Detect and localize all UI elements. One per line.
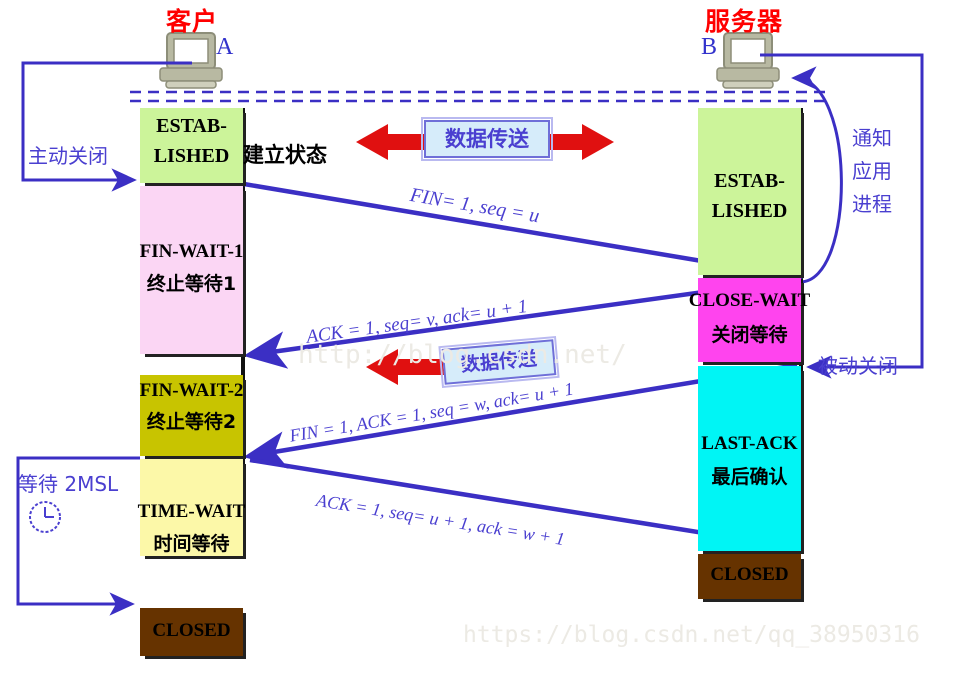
server-state-last-ack: LAST-ACK 最后确认 <box>698 366 801 551</box>
client-computer-icon <box>159 32 223 89</box>
state-label-cn: 终止等待1 <box>146 273 237 295</box>
state-label-en: TIME-WAIT <box>137 501 246 522</box>
data-transfer-arrow-right <box>546 124 614 160</box>
client-state-closed: CLOSED <box>140 608 243 656</box>
server-state-close-wait: CLOSE-WAIT 关闭等待 <box>689 278 810 362</box>
client-state-time-wait: TIME-WAIT 时间等待 <box>137 459 246 556</box>
notify-app-line-2: 应用 <box>852 159 892 183</box>
client-state-fin-wait-1: FIN-WAIT-1 终止等待1 <box>140 186 243 354</box>
active-close-label: 主动关闭 <box>28 144 108 168</box>
server-title: 服务器 <box>705 7 784 36</box>
state-label-cn: 关闭等待 <box>711 324 788 346</box>
state-label-en2: LISHED <box>711 200 788 222</box>
state-label-cn: 终止等待2 <box>146 411 237 433</box>
server-state-established: ESTAB- LISHED <box>698 108 801 275</box>
state-label-en: ESTAB- <box>156 115 227 137</box>
state-label-en2: LISHED <box>153 145 230 167</box>
notify-app-loop <box>791 66 843 284</box>
passive-close-label: 被动关闭 <box>818 354 898 378</box>
notify-app-line-1: 通知 <box>852 126 892 150</box>
state-label-en: LAST-ACK <box>701 433 798 454</box>
notify-app-line-3: 进程 <box>852 192 892 216</box>
clock-icon <box>29 501 61 533</box>
state-label-cn: 时间等待 <box>153 533 230 555</box>
state-label-cn: 最后确认 <box>711 466 788 488</box>
state-label-en: ESTAB- <box>714 170 785 192</box>
segment-label-ack-final: ACK = 1, seq= u + 1, ack = w + 1 <box>314 490 567 550</box>
state-label-en: CLOSE-WAIT <box>688 290 811 311</box>
segment-label-fin-ack-w: FIN = 1, ACK = 1, seq = w, ack= u + 1 <box>288 378 575 446</box>
server-state-closed: CLOSED <box>698 554 801 599</box>
data-transfer-arrow-left <box>356 124 424 160</box>
segment-label-fin-u: FIN= 1, seq = u <box>408 184 542 228</box>
client-letter: A <box>216 34 234 60</box>
data-transfer-box-top: 数据传送 <box>421 117 553 161</box>
client-state-fin-wait-2: FIN-WAIT-2 终止等待2 <box>140 375 243 456</box>
client-state-established: ESTAB- LISHED <box>140 108 243 183</box>
wait-2msl-label: 等待 2MSL <box>18 472 119 496</box>
state-label-en: CLOSED <box>710 564 789 585</box>
state-label-en: FIN-WAIT-2 <box>139 380 244 401</box>
watermark-middle: http://blog.csdn.net/ <box>298 340 627 370</box>
watermark-bottom: https://blog.csdn.net/qq_38950316 <box>463 622 920 648</box>
client-title: 客户 <box>166 7 219 36</box>
server-letter: B <box>701 34 718 60</box>
tcp-connection-release-diagram: 客户 A 服务器 B ESTAB- LISHED FIN-WAIT-1 终止等待… <box>0 0 957 676</box>
state-label-en: CLOSED <box>152 620 231 641</box>
established-cn-label: 建立状态 <box>243 143 327 167</box>
server-computer-icon <box>716 32 780 89</box>
state-label-en: FIN-WAIT-1 <box>139 241 244 262</box>
